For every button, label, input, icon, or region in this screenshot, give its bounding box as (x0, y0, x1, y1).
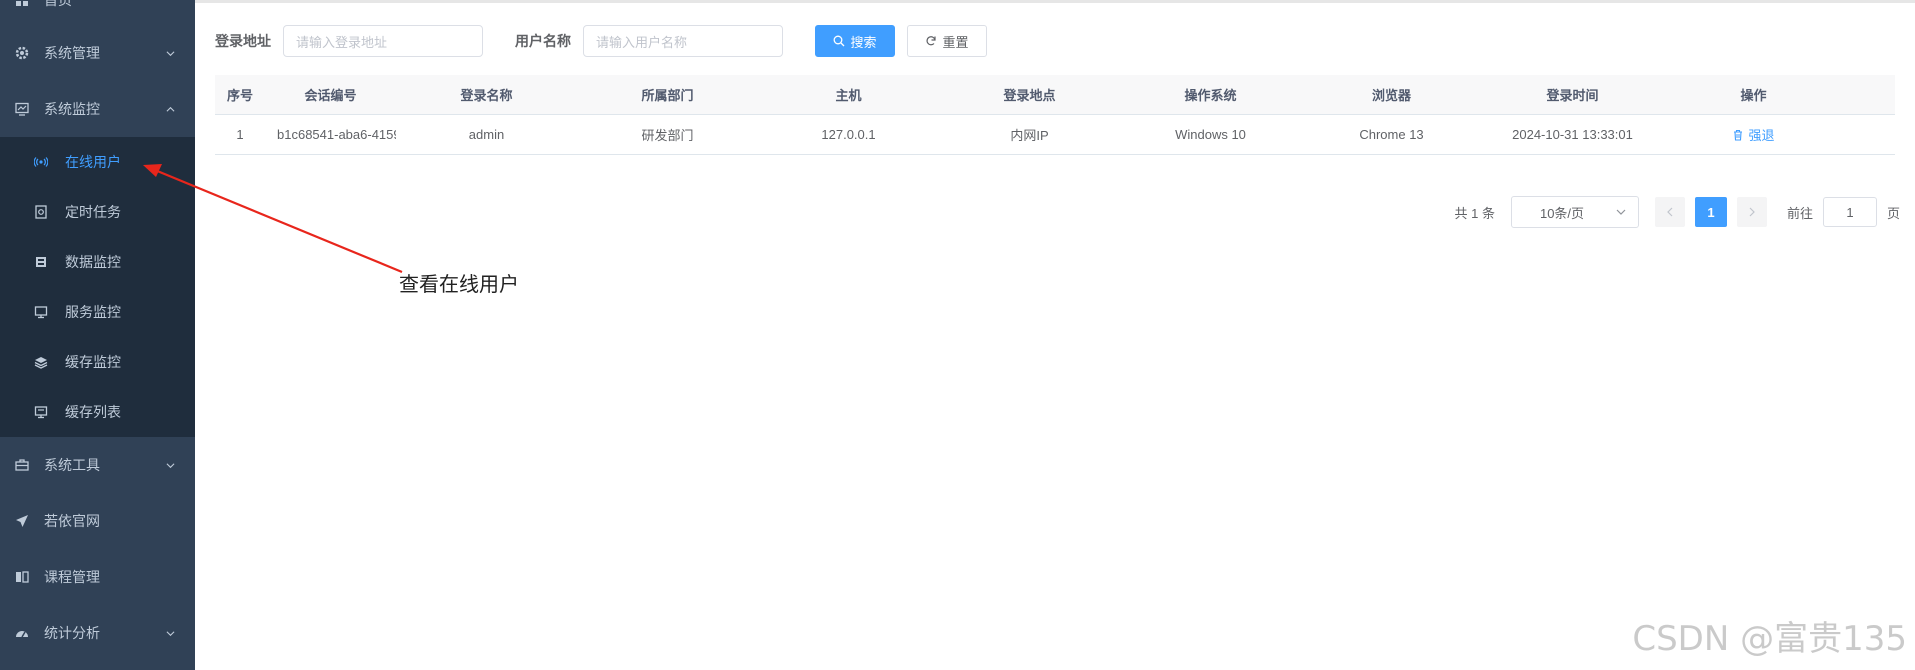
annotation-arrow (143, 164, 403, 274)
annotation-text: 查看在线用户 (399, 272, 519, 296)
watermark: CSDN @富贵135 (1632, 619, 1907, 659)
